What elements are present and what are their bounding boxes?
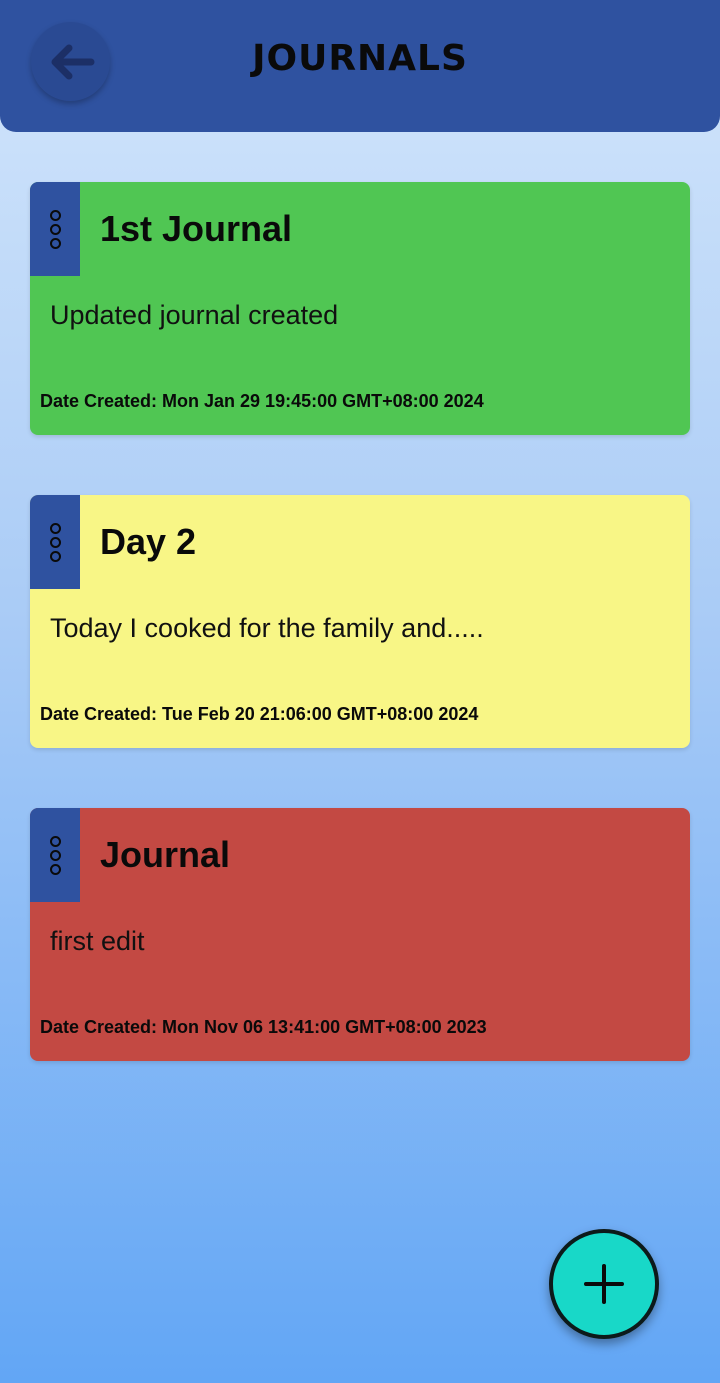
journal-date: Date Created: Mon Nov 06 13:41:00 GMT+08… xyxy=(40,1017,487,1037)
card-menu-button[interactable] xyxy=(30,808,80,902)
more-dot-icon xyxy=(49,536,61,548)
more-dot-icon xyxy=(49,209,61,221)
journal-card[interactable]: 1st Journal Updated journal created Date… xyxy=(30,182,690,435)
more-dot-icon xyxy=(49,550,61,562)
journal-body: first edit xyxy=(50,926,145,956)
plus-icon xyxy=(584,1264,624,1304)
card-menu-button[interactable] xyxy=(30,495,80,589)
more-dot-icon xyxy=(49,863,61,875)
journal-body: Today I cooked for the family and..... xyxy=(50,613,484,643)
journal-card[interactable]: Journal first edit Date Created: Mon Nov… xyxy=(30,808,690,1061)
journal-title: Day 2 xyxy=(100,521,197,562)
journal-title: Journal xyxy=(100,834,231,875)
more-dot-icon xyxy=(49,237,61,249)
journal-card[interactable]: Day 2 Today I cooked for the family and.… xyxy=(30,495,690,748)
card-menu-button[interactable] xyxy=(30,182,80,276)
more-dot-icon xyxy=(49,522,61,534)
app-header: JOURNALS xyxy=(0,0,720,132)
journal-body: Updated journal created xyxy=(50,300,339,330)
journal-title: 1st Journal xyxy=(100,208,293,249)
more-dot-icon xyxy=(49,223,61,235)
journal-date: Date Created: Tue Feb 20 21:06:00 GMT+08… xyxy=(40,704,479,724)
page-title: JOURNALS xyxy=(252,38,468,79)
more-dot-icon xyxy=(49,849,61,861)
journal-date: Date Created: Mon Jan 29 19:45:00 GMT+08… xyxy=(40,391,484,411)
more-dot-icon xyxy=(49,835,61,847)
add-journal-button[interactable] xyxy=(549,1229,659,1339)
